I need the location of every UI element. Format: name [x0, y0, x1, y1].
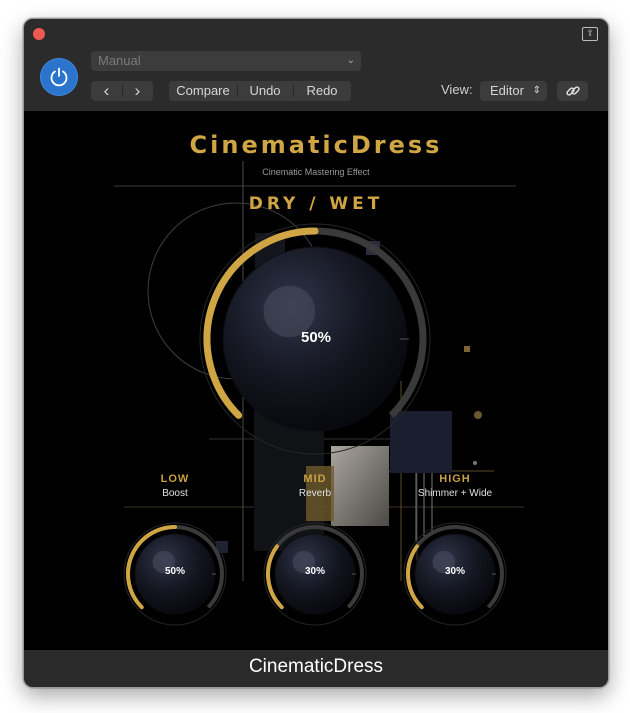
host-toolbar: ⇪ Manual ⌄ ‹ › Compare Undo Redo View: E…: [24, 19, 608, 111]
expand-icon[interactable]: ⇪: [582, 27, 598, 41]
edit-controls: Compare Undo Redo: [169, 81, 351, 101]
previous-preset-button[interactable]: ‹: [91, 81, 122, 101]
footer-title: CinematicDress: [24, 650, 608, 687]
power-icon: [50, 67, 68, 87]
drywet-label: DRY / WET: [248, 194, 384, 214]
plugin-title: CinematicDress: [189, 131, 443, 159]
high-band-sub: Shimmer + Wide: [417, 488, 493, 499]
undo-button[interactable]: Undo: [237, 81, 293, 101]
low-band-sub: Boost: [162, 488, 188, 499]
mid-band-sub: Reverb: [298, 488, 332, 499]
mid-knob-value: 30%: [304, 566, 325, 577]
preset-dropdown[interactable]: Manual ⌄: [91, 51, 361, 71]
view-value: Editor: [490, 83, 524, 98]
chevron-updown-icon: ⇕: [532, 85, 541, 96]
mid-band-label: MID: [303, 473, 327, 485]
plugin-subtitle: Cinematic Mastering Effect: [262, 167, 370, 177]
close-window-button[interactable]: [33, 28, 45, 40]
redo-button[interactable]: Redo: [293, 81, 351, 101]
preset-value: Manual: [98, 53, 141, 68]
power-button[interactable]: [40, 58, 78, 96]
compare-button[interactable]: Compare: [169, 81, 237, 101]
prev-next-control: ‹ ›: [91, 81, 153, 101]
next-preset-button[interactable]: ›: [122, 81, 153, 101]
view-label: View:: [441, 82, 473, 97]
low-band-label: LOW: [160, 473, 190, 485]
chevron-down-icon: ⌄: [346, 55, 355, 66]
low-knob-value: 50%: [164, 566, 185, 577]
high-band-label: HIGH: [439, 473, 471, 485]
high-knob-value: 30%: [444, 566, 465, 577]
plugin-view: CinematicDress Cinematic Mastering Effec…: [24, 111, 608, 650]
plugin-window: ⇪ Manual ⌄ ‹ › Compare Undo Redo View: E…: [23, 18, 609, 688]
link-icon: [566, 86, 580, 96]
view-selector[interactable]: Editor ⇕: [480, 81, 547, 101]
link-button[interactable]: [557, 81, 588, 101]
drywet-value: 50%: [300, 329, 332, 346]
